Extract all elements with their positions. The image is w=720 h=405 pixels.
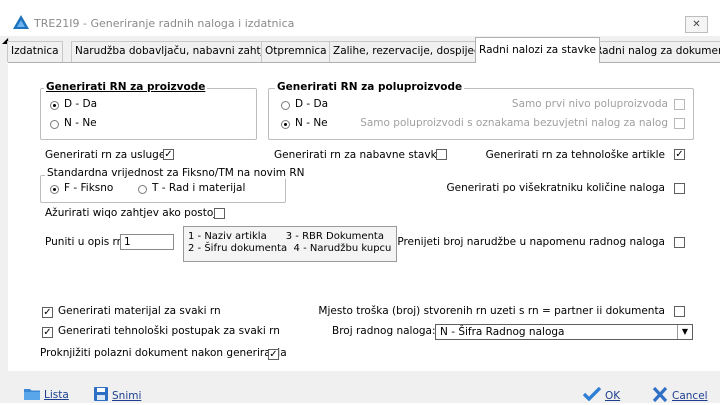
usluge-label: Generirati rn za usluge: [45, 149, 166, 161]
poluproizvode-radio-ne-label[interactable]: N - Ne: [295, 117, 328, 129]
snimi-button[interactable]: Snimi: [94, 387, 141, 404]
dialog-window: TRE21I9 - Generiranje radnih naloga i iz…: [0, 0, 720, 403]
mjesto-troska-label: Mjesto troška (broj) stvorenih rn uzeti …: [318, 305, 665, 317]
prenijeti-label: Prenijeti broj narudžbe u napomenu radno…: [397, 236, 665, 248]
group-rn-proizvode-title: Generirati RN za proizvode: [44, 81, 208, 93]
folder-icon: [24, 387, 40, 403]
opis-legend-line2: 2 - Šifru dokumenta 4 - Narudžbu kupcu: [188, 243, 392, 254]
group-rn-poluproizvode-title: Generirati RN za poluproizvode: [275, 81, 465, 93]
tab-label: Narudžba dobavljaču, nabavni zahtjev: [75, 45, 277, 57]
prvi-nivo-checkbox[interactable]: [674, 99, 685, 110]
poluproizvode-radio-da-label[interactable]: D - Da: [295, 98, 328, 110]
standardna-radio-rad[interactable]: [138, 185, 147, 194]
tehnoloske-checkbox[interactable]: ✓: [674, 149, 685, 160]
tab-otpremnica[interactable]: Otpremnica: [261, 41, 331, 62]
broj-naloga-value: N - Šifra Radnog naloga: [440, 326, 565, 338]
mjesto-troska-checkbox[interactable]: [674, 306, 685, 317]
x-icon: [652, 386, 668, 405]
group-rn-poluproizvode: [268, 88, 694, 140]
tab-radni-nalog-za-dokument[interactable]: Radni nalog za dokument: [591, 41, 720, 62]
broj-naloga-label: Broj radnog naloga:: [332, 325, 436, 337]
opis-input[interactable]: 1: [120, 234, 174, 250]
checkmark-icon: [582, 386, 602, 404]
standardna-radio-fiksno[interactable]: [50, 185, 59, 194]
prenijeti-checkbox[interactable]: [674, 237, 685, 248]
opis-legend-button[interactable]: 1 - Naziv artikla 3 - RBR Dokumenta 2 - …: [183, 226, 397, 262]
bezuvjetni-label: Samo poluproizvodi s oznakama bezuvjetni…: [360, 117, 668, 129]
tab-narudzba[interactable]: Narudžba dobavljaču, nabavni zahtjev: [71, 41, 281, 62]
tab-zalihe[interactable]: Zalihe, rezervacije, dospijeće: [329, 41, 491, 62]
standardna-radio-rad-label[interactable]: T - Rad i materijal: [152, 182, 245, 194]
standardna-radio-fiksno-label[interactable]: F - Fiksno: [64, 182, 113, 194]
azurirati-label: Ažurirati wiqo zahtjev ako postoji: [45, 207, 220, 219]
visekratniku-label: Generirati po višekratniku količine nalo…: [446, 182, 665, 194]
cancel-button[interactable]: Cancel: [652, 386, 708, 405]
proknjiziti-label: Proknjižiti polazni dokument nakon gener…: [40, 347, 287, 359]
cancel-label: Cancel: [672, 390, 708, 402]
close-icon: ✕: [692, 19, 701, 30]
proizvode-radio-ne-label[interactable]: N - Ne: [64, 117, 97, 129]
lista-button[interactable]: Lista: [24, 387, 69, 403]
proizvode-radio-da-label[interactable]: D - Da: [64, 98, 97, 110]
nabavne-label: Generirati rn za nabavne stavke: [274, 149, 443, 161]
chevron-down-icon[interactable]: ▼: [677, 325, 692, 339]
ok-button[interactable]: OK: [582, 386, 621, 404]
opis-label: Puniti u opis rn:: [45, 236, 127, 248]
snimi-label: Snimi: [112, 389, 142, 402]
bezuvjetni-checkbox[interactable]: [674, 118, 685, 129]
tab-radni-nalozi-za-stavke[interactable]: Radni nalozi za stavke: [475, 37, 600, 63]
tab-label: Zalihe, rezervacije, dospijeće: [333, 45, 487, 57]
poluproizvode-radio-da[interactable]: [281, 101, 290, 110]
materijal-label: Generirati materijal za svaki rn: [58, 305, 221, 317]
tehnoloski-postupak-label: Generirati tehnološki postupak za svaki …: [58, 325, 280, 337]
group-rn-proizvode: [40, 88, 257, 140]
usluge-checkbox[interactable]: ✓: [163, 149, 174, 160]
ok-label: OK: [605, 389, 621, 402]
nabavne-checkbox[interactable]: [436, 149, 447, 160]
azurirati-checkbox[interactable]: [214, 208, 225, 219]
proizvode-radio-da[interactable]: [50, 101, 59, 110]
title-bar: TRE21I9 - Generiranje radnih naloga i iz…: [0, 0, 720, 36]
tab-label: Otpremnica: [265, 45, 327, 57]
lista-label: Lista: [44, 389, 69, 401]
tab-label: Izdatnica: [11, 45, 59, 57]
proknjiziti-checkbox[interactable]: ✓: [268, 349, 279, 360]
proizvode-radio-ne[interactable]: [50, 120, 59, 129]
tab-label: Radni nalozi za stavke: [479, 44, 596, 56]
materijal-checkbox[interactable]: ✓: [42, 307, 53, 318]
window-title: TRE21I9 - Generiranje radnih naloga i iz…: [34, 17, 295, 30]
tab-label: Radni nalog za dokument: [595, 45, 720, 57]
tab-izdatnica[interactable]: Izdatnica: [7, 41, 63, 62]
broj-naloga-select[interactable]: N - Šifra Radnog naloga ▼: [435, 324, 693, 340]
opis-legend-line1: 1 - Naziv artikla 3 - RBR Dokumenta: [188, 231, 384, 242]
poluproizvode-radio-ne[interactable]: [281, 120, 290, 129]
prvi-nivo-label: Samo prvi nivo poluproizvoda: [511, 98, 668, 110]
save-icon: [94, 387, 108, 404]
app-logo-icon: [13, 15, 29, 29]
tehnoloski-postupak-checkbox[interactable]: ✓: [42, 327, 53, 338]
close-button[interactable]: ✕: [685, 16, 708, 33]
tehnoloske-label: Generirati rn za tehnološke artikle: [485, 149, 665, 161]
group-standardna-title: Standardna vrijednost za Fiksno/TM na no…: [45, 167, 307, 179]
visekratniku-checkbox[interactable]: [674, 183, 685, 194]
